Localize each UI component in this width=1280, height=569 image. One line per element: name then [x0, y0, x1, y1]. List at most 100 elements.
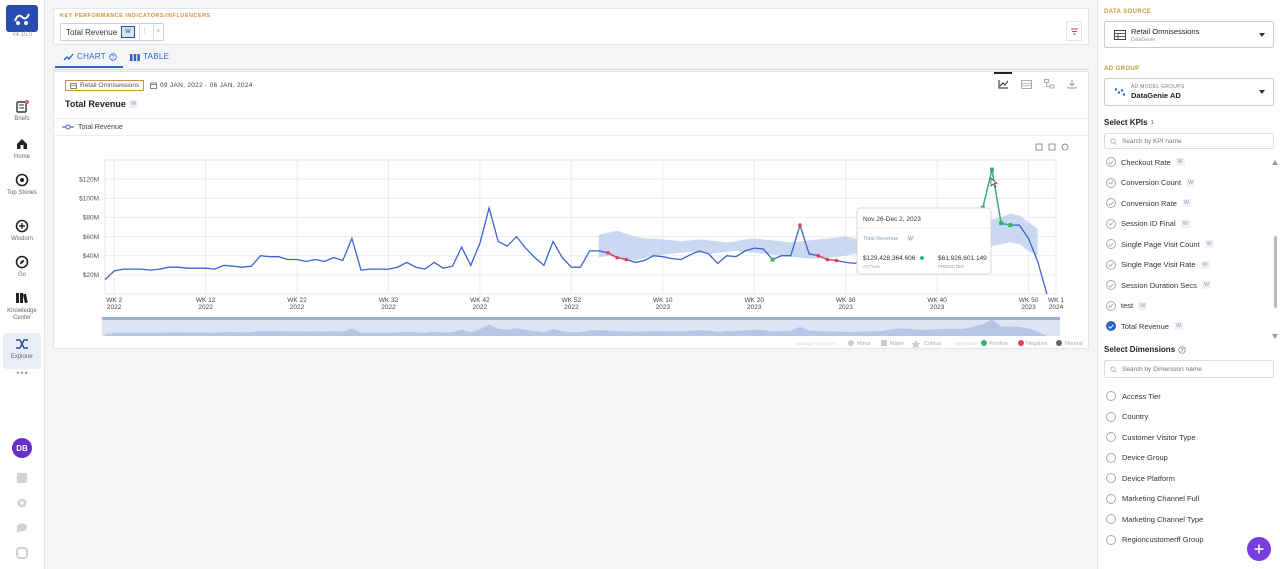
kpi-item[interactable]: Single Page Visit Rate W	[1106, 258, 1266, 272]
scroll-up-icon[interactable]	[1272, 160, 1278, 165]
kpi-list-scrollbar[interactable]	[1274, 236, 1277, 308]
kpi-item[interactable]: Session Duration Secs W	[1106, 278, 1266, 292]
positive-anomaly-point[interactable]	[999, 221, 1004, 226]
dimension-item[interactable]: Access Tier	[1106, 389, 1161, 403]
kpi-chip-close-icon[interactable]: ×	[152, 24, 163, 40]
hierarchy-view-button[interactable]	[1043, 78, 1055, 90]
negative-anomaly-point[interactable]	[816, 253, 821, 258]
check-icon[interactable]	[1106, 300, 1116, 311]
chat-icon[interactable]	[16, 522, 28, 534]
nav-more[interactable]: •••	[0, 368, 45, 378]
help-icon[interactable]	[16, 547, 28, 559]
check-icon[interactable]	[1106, 259, 1116, 270]
settings-gear-icon[interactable]	[16, 497, 28, 509]
range-navigator[interactable]	[102, 317, 1060, 336]
scatter-icon	[1114, 88, 1126, 96]
kpi-item[interactable]: Conversion Rate W	[1106, 196, 1266, 210]
dimension-search-input[interactable]	[1122, 365, 1262, 373]
info-icon[interactable]: ?	[1178, 345, 1186, 354]
add-fab-button[interactable]	[1247, 537, 1271, 561]
tab-chart[interactable]: CHART ?	[55, 52, 123, 68]
zoom-in-icon[interactable]	[1035, 143, 1043, 151]
dimension-item[interactable]: Device Platform	[1106, 471, 1175, 485]
severity-label: ANOMALY SEVERITY	[796, 341, 836, 346]
check-icon[interactable]	[1106, 198, 1116, 208]
chevron-down-icon	[1259, 32, 1265, 37]
nav-item-knowledge-center[interactable]: Knowledge Center	[3, 290, 41, 326]
dimension-item[interactable]: Country	[1106, 410, 1148, 424]
radio-icon[interactable]	[1106, 514, 1116, 524]
zoom-out-icon[interactable]	[1048, 143, 1056, 151]
radio-icon[interactable]	[1106, 452, 1116, 463]
radio-icon[interactable]	[1106, 432, 1116, 442]
navigator-top-handle[interactable]	[102, 317, 1060, 320]
check-icon[interactable]	[1106, 218, 1116, 229]
positive-segment	[991, 169, 1002, 224]
data-source-select[interactable]: Retail Omnisessions DataGenie	[1104, 21, 1274, 48]
positive-anomaly-point[interactable]	[1008, 223, 1013, 228]
dimension-item[interactable]: Customer Visitor Type	[1106, 430, 1196, 444]
ad-group-select[interactable]: AD MODEL GROUPS DataGenie AD	[1104, 78, 1274, 106]
radio-icon[interactable]	[1106, 391, 1116, 401]
info-icon[interactable]: ?	[109, 52, 117, 61]
kpi-search-input[interactable]	[1122, 137, 1262, 145]
kpi-item[interactable]: Total Revenue W	[1106, 319, 1266, 333]
radio-icon[interactable]	[1106, 534, 1116, 545]
radio-icon[interactable]	[1106, 473, 1116, 483]
kpi-chip-menu-icon[interactable]: ⋮	[138, 24, 149, 40]
app-logo[interactable]	[6, 5, 38, 32]
kpi-chip[interactable]: Total Revenue W ⋮ ×	[60, 23, 164, 41]
kpi-item[interactable]: Conversion Count W	[1106, 176, 1266, 190]
download-button[interactable]	[1066, 78, 1078, 90]
check-icon[interactable]	[1106, 177, 1116, 188]
dimension-search[interactable]	[1104, 360, 1274, 378]
view-tabs: CHART ? TABLE	[53, 48, 1089, 70]
nav-label: Home	[13, 154, 30, 160]
nav-item-briefs[interactable]: Briefs	[3, 98, 41, 134]
kpi-item[interactable]: Single Page Visit Count W	[1106, 237, 1266, 251]
nav-item-explorer[interactable]: Explorer	[3, 333, 41, 369]
table-view-button[interactable]	[1020, 78, 1032, 90]
positive-anomaly-point[interactable]	[770, 257, 775, 262]
briefs-icon	[14, 98, 30, 114]
tooltip-predicted-label: PREDICTED	[938, 264, 965, 269]
check-icon[interactable]	[1106, 321, 1116, 331]
positive-anomaly-point[interactable]	[989, 167, 994, 172]
kpi-item[interactable]: Session ID Final W	[1106, 217, 1266, 231]
sentiment-label: SENTIMENT	[955, 341, 979, 346]
zoom-reset-icon[interactable]	[1061, 143, 1069, 151]
kpi-item-badge: W	[1138, 301, 1148, 310]
negative-anomaly-point[interactable]	[615, 255, 619, 260]
scroll-down-icon[interactable]	[1272, 334, 1278, 339]
radio-icon[interactable]	[1106, 411, 1116, 422]
check-icon[interactable]	[1106, 157, 1116, 167]
negative-anomaly-point[interactable]	[624, 257, 629, 262]
nav-item-home[interactable]: Home	[3, 136, 41, 172]
notes-icon[interactable]	[16, 472, 28, 484]
x-tick-label: WK 32	[379, 297, 399, 304]
dimension-item[interactable]: Regioncustomerff Group	[1106, 533, 1204, 547]
negative-anomaly-point[interactable]	[834, 258, 839, 263]
nav-item-top-stories[interactable]: Top Stories	[3, 172, 41, 208]
tab-table[interactable]: TABLE	[130, 52, 169, 61]
user-avatar[interactable]: DB	[12, 438, 32, 458]
dimension-item[interactable]: Marketing Channel Full	[1106, 492, 1199, 506]
dimension-item[interactable]: Device Group	[1106, 451, 1168, 465]
line-view-button[interactable]	[994, 72, 1012, 90]
kpi-item[interactable]: Checkout Rate W	[1106, 155, 1266, 169]
ad-group-value: DataGenie AD	[1131, 91, 1181, 100]
date-range[interactable]: 09 JAN, 2022 - 06 JAN, 2024	[150, 82, 253, 89]
check-icon[interactable]	[1106, 239, 1116, 249]
negative-anomaly-point[interactable]	[606, 251, 610, 255]
check-icon[interactable]	[1106, 280, 1116, 290]
negative-anomaly-point[interactable]	[825, 257, 830, 262]
nav-item-wisdom[interactable]: Wisdom	[3, 218, 41, 254]
dimension-item[interactable]: Marketing Channel Type	[1106, 512, 1203, 526]
legend-series-label[interactable]: Total Revenue	[78, 124, 123, 131]
clear-filter-button[interactable]	[1066, 21, 1082, 41]
nav-item-go[interactable]: Go	[3, 254, 41, 290]
negative-anomaly-point[interactable]	[798, 223, 802, 227]
kpi-item[interactable]: test W	[1106, 299, 1266, 313]
radio-icon[interactable]	[1106, 493, 1116, 504]
kpi-search[interactable]	[1104, 133, 1274, 149]
